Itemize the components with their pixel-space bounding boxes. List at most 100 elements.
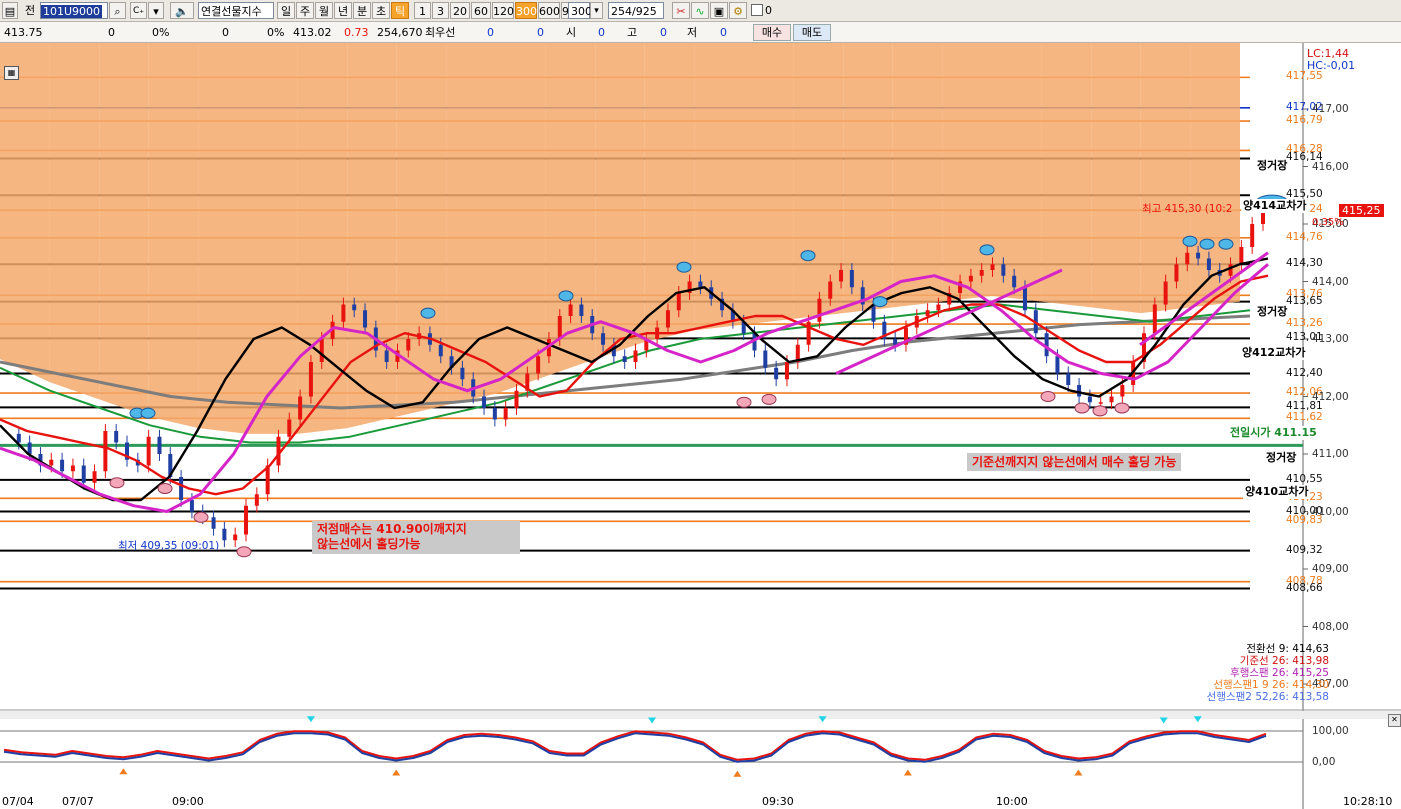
interval-button[interactable]: 60 (471, 2, 491, 19)
candle-body (1012, 275, 1017, 288)
candle-body (114, 431, 119, 443)
period-button[interactable]: 일 (277, 2, 295, 19)
trough-marker (109, 477, 125, 489)
note-hold-buy: 기준선깨지지 않는선에서 매수 홀딩 가능 (967, 453, 1182, 471)
note-low-buy: 저점매수는 410.90이깨지지 않는선에서 홀딩가능 (312, 521, 520, 554)
indicator-icon[interactable]: ∿ (691, 2, 709, 19)
candle-body (81, 465, 86, 483)
peak-marker (1199, 238, 1215, 250)
last-pct-tag: 0,35% (1312, 217, 1344, 228)
last-price: 413.75 (4, 26, 43, 39)
candle-body (460, 367, 465, 380)
search-icon[interactable]: ⌕ (109, 2, 126, 19)
annotation-station-1: 정거장 (1255, 159, 1290, 173)
x-tick-label: 09:00 (172, 795, 204, 808)
candle-body (698, 281, 703, 288)
period-button[interactable]: 년 (334, 2, 352, 19)
interval-button[interactable]: 1 (414, 2, 431, 19)
candle-body (70, 465, 75, 472)
annotation-cross-410: 양410교차가 (1243, 485, 1311, 499)
price-chart[interactable] (0, 43, 1401, 809)
sell-button[interactable]: 매도 (793, 24, 831, 41)
peak-marker (1218, 238, 1234, 250)
interval-button[interactable]: 3 (432, 2, 449, 19)
ichimoku-cloud (347, 43, 397, 429)
period-button[interactable]: 틱 (391, 2, 409, 19)
y-tick-label: 412,00 (1312, 390, 1349, 403)
candle-body (990, 264, 995, 270)
interval-button[interactable]: 20 (450, 2, 470, 19)
tick-value-field[interactable]: 300 (568, 2, 592, 19)
ichimoku-cloud (892, 43, 943, 308)
period-button[interactable]: 분 (353, 2, 371, 19)
candle-body (298, 396, 303, 420)
candle-body (893, 339, 898, 345)
candle-body (1120, 385, 1125, 397)
period-button[interactable]: 초 (372, 2, 390, 19)
candle-body (482, 396, 487, 408)
y-tick-label: 414,00 (1312, 275, 1349, 288)
candle-body (557, 316, 562, 339)
x-tick-label: 10:28:10 (1343, 795, 1393, 808)
legend-entry: 후행스팬 26: 415,25 (1230, 667, 1329, 679)
candle-body (979, 270, 984, 276)
low-value: 0 (720, 26, 727, 39)
sound-icon[interactable]: 🔈 (170, 2, 194, 19)
count-field[interactable]: 254/925 (608, 2, 664, 19)
ichimoku-cloud (49, 43, 100, 400)
candle-body (211, 517, 216, 529)
candle-body (287, 419, 292, 437)
peak-marker (676, 261, 692, 273)
buy-button[interactable]: 매수 (753, 24, 791, 41)
candle-body (92, 471, 97, 483)
open-label: 시 (566, 26, 577, 39)
instrument-name: 연결선물지수 (198, 2, 274, 19)
settings-icon[interactable]: ⚙ (729, 2, 747, 19)
pct-1: 0% (152, 26, 170, 39)
save-icon[interactable]: ▣ (710, 2, 728, 19)
tick-dropdown-icon[interactable]: ▾ (590, 2, 603, 19)
close-pane-icon[interactable]: ✕ (1388, 714, 1401, 727)
candle-body (925, 310, 930, 316)
level-label: 410,55 (1286, 472, 1323, 485)
candle-body (536, 356, 541, 374)
ichimoku-cloud (942, 43, 992, 302)
compare-icon[interactable]: C₊ (130, 2, 147, 19)
ichimoku-cloud (99, 43, 149, 417)
period-button[interactable]: 주 (296, 2, 314, 19)
candle-body (622, 356, 627, 362)
interval-button[interactable]: 300 (515, 2, 537, 19)
code-input[interactable]: 101U9000 (40, 2, 108, 19)
tool-icon[interactable]: ✂ (672, 2, 690, 19)
chart-menu-icon[interactable]: ▤ (2, 2, 18, 19)
candle-body (438, 344, 443, 357)
trough-marker (1114, 402, 1130, 414)
y-tick-label: 416,00 (1312, 160, 1349, 173)
candle-body (579, 304, 584, 316)
candle-body (1239, 247, 1244, 265)
candle-body (492, 408, 497, 420)
candle-body (503, 408, 508, 420)
candle-body (60, 459, 65, 472)
candle-body (1022, 287, 1027, 311)
pct-2: 0% (267, 26, 285, 39)
candle-body (665, 310, 670, 328)
chevron-down-icon[interactable]: ▾ (148, 2, 164, 19)
low-annotation: 최저 409,35 (09:01) (118, 540, 220, 552)
option-checkbox[interactable] (751, 4, 763, 16)
osc-signal-arrow (392, 769, 401, 776)
interval-button[interactable]: 600 (538, 2, 560, 19)
candle-body (936, 304, 941, 311)
trough-marker (1040, 391, 1056, 402)
level-label: 413,26 (1286, 317, 1323, 330)
volume: 254,670 (377, 26, 423, 39)
candle-body (1196, 252, 1201, 259)
grid-toggle-icon[interactable]: ▦ (4, 66, 19, 80)
interval-button[interactable]: 120 (492, 2, 514, 19)
osc-signal-arrow (733, 770, 742, 777)
candle-body (849, 270, 854, 288)
candle-body (222, 528, 227, 541)
period-button[interactable]: 월 (315, 2, 333, 19)
level-label: 409,32 (1286, 543, 1323, 556)
total-value: /925 (632, 5, 657, 18)
